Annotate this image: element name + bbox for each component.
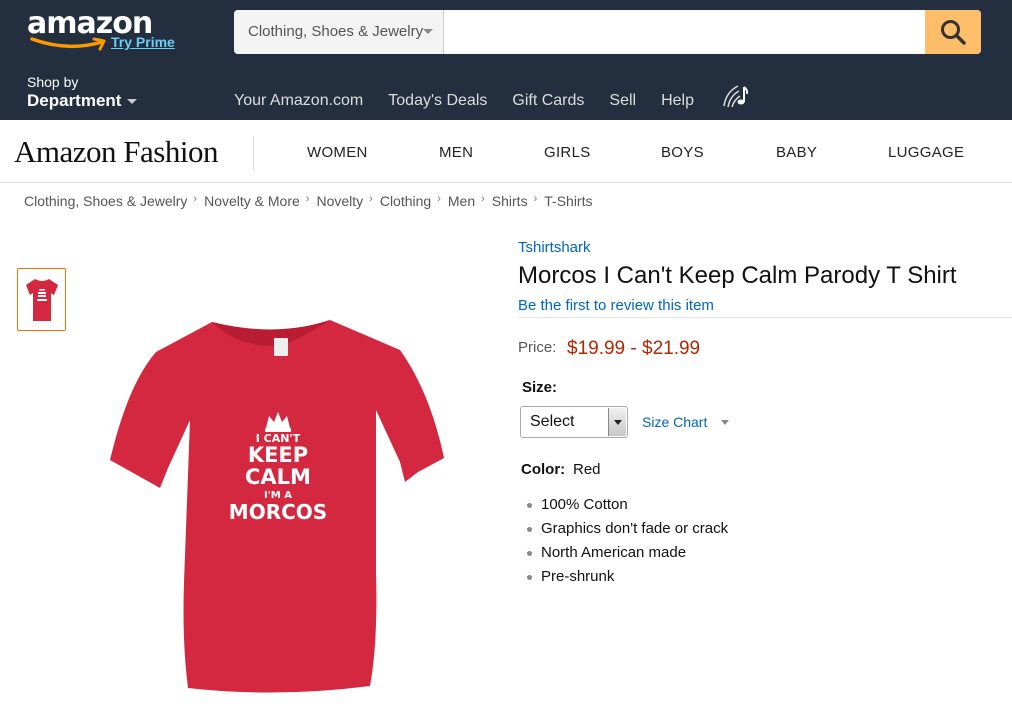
shirt-text-line: KEEP [248, 443, 308, 467]
chevron-right-icon: › [533, 193, 538, 205]
chevron-right-icon: › [305, 193, 310, 205]
nav-help[interactable]: Help [661, 92, 694, 110]
amazon-fashion-logo[interactable]: Amazon Fashion [14, 134, 218, 170]
amazon-smile-icon [30, 37, 106, 51]
fashion-nav-bar: Amazon Fashion WOMEN MEN GIRLS BOYS BABY… [0, 120, 1012, 183]
search-bar: Clothing, Shoes & Jewelry [234, 10, 981, 54]
nav-gift-cards[interactable]: Gift Cards [512, 92, 584, 110]
chevron-down-icon[interactable] [721, 420, 729, 425]
feature-item: North American made [527, 544, 728, 568]
search-icon [941, 20, 966, 45]
breadcrumb-item[interactable]: Shirts [492, 193, 528, 209]
price-value: $19.99 - $21.99 [567, 338, 701, 359]
breadcrumb: Clothing, Shoes & Jewelry › Novelty & Mor… [24, 193, 592, 209]
shirt-text-line: MORCOS [229, 500, 327, 524]
feature-item: 100% Cotton [527, 496, 728, 520]
department-label: Department [27, 91, 122, 110]
brand-link[interactable]: Tshirtshark [518, 239, 591, 256]
chevron-right-icon: › [437, 193, 441, 205]
price-label: Price: [518, 339, 557, 356]
chevron-right-icon: › [369, 193, 373, 205]
fashion-nav-men[interactable]: MEN [439, 144, 473, 161]
music-icon[interactable] [720, 82, 750, 112]
color-value: Red [573, 461, 601, 478]
size-select[interactable]: Select [520, 406, 628, 438]
divider [518, 317, 1012, 318]
feature-item: Graphics don't fade or crack [527, 520, 728, 544]
feature-list: 100% Cotton Graphics don't fade or crack… [527, 496, 728, 592]
nav-your-amazon[interactable]: Your Amazon.com [234, 92, 363, 110]
breadcrumb-item[interactable]: Clothing, Shoes & Jewelry [24, 193, 187, 209]
header-nav: Your Amazon.com Today's Deals Gift Cards… [234, 92, 719, 110]
chevron-down-icon [423, 29, 433, 34]
tshirt-thumbnail-image [25, 278, 58, 321]
product-main-image[interactable]: I CAN'T KEEP CALM I'M A MORCOS [100, 312, 454, 698]
size-select-value: Select [530, 413, 575, 430]
fashion-nav-girls[interactable]: GIRLS [544, 144, 591, 161]
size-chart-link[interactable]: Size Chart [642, 414, 707, 430]
feature-item: Pre-shrunk [527, 568, 728, 592]
review-link[interactable]: Be the first to review this item [518, 297, 714, 314]
nav-sell[interactable]: Sell [609, 92, 636, 110]
chevron-right-icon: › [193, 193, 198, 205]
breadcrumb-item[interactable]: Novelty & More [204, 193, 300, 209]
size-label: Size: [522, 379, 558, 396]
chevron-down-icon [608, 408, 626, 436]
breadcrumb-item[interactable]: T-Shirts [544, 193, 592, 209]
search-input[interactable] [445, 10, 925, 54]
breadcrumb-item[interactable]: Men [448, 193, 475, 209]
top-header: amazon Try Prime Clothing, Shoes & Jewel… [0, 0, 1012, 120]
search-category-dropdown[interactable]: Clothing, Shoes & Jewelry [234, 10, 444, 54]
fashion-nav-women[interactable]: WOMEN [307, 144, 368, 161]
search-button[interactable] [925, 10, 981, 54]
try-prime-link[interactable]: Try Prime [111, 34, 175, 50]
chevron-down-icon [127, 99, 138, 105]
product-title: Morcos I Can't Keep Calm Parody T Shirt [518, 262, 957, 289]
chevron-right-icon: › [481, 193, 485, 205]
shirt-text-line: CALM [245, 465, 311, 489]
divider [253, 136, 254, 170]
nav-todays-deals[interactable]: Today's Deals [388, 92, 487, 110]
search-category-label: Clothing, Shoes & Jewelry [248, 23, 424, 40]
color-label: Color: [521, 461, 566, 478]
breadcrumb-item[interactable]: Clothing [380, 193, 431, 209]
fashion-nav-baby[interactable]: BABY [776, 144, 817, 161]
department-menu[interactable]: Department [27, 91, 138, 111]
breadcrumb-item[interactable]: Novelty [316, 193, 363, 209]
fashion-nav-luggage[interactable]: LUGGAGE [888, 144, 964, 161]
shop-by-label: Shop by [27, 74, 79, 90]
product-thumbnail[interactable] [17, 268, 66, 331]
fashion-nav-boys[interactable]: BOYS [661, 144, 704, 161]
